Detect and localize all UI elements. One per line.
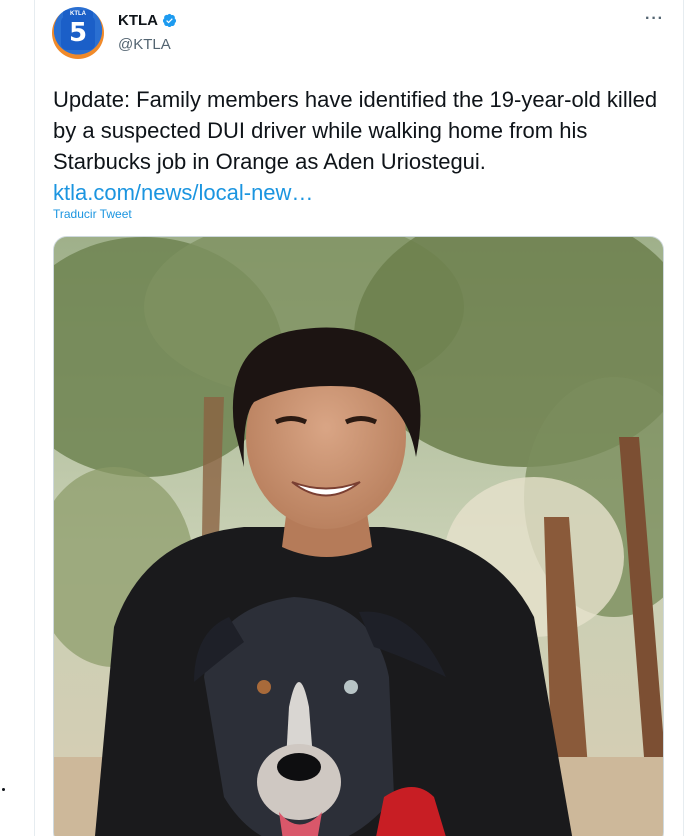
avatar-tag: KTLA (63, 10, 93, 18)
timeline-right-border (683, 0, 684, 836)
author-name-row[interactable]: KTLA (118, 12, 177, 29)
avatar[interactable]: KTLA 5 (52, 7, 104, 59)
display-name[interactable]: KTLA (118, 12, 158, 29)
translate-tweet-link[interactable]: Traducir Tweet (53, 207, 132, 221)
tweet[interactable]: KTLA 5 KTLA @KTLA ··· Update: Family mem… (35, 0, 683, 836)
tweet-link[interactable]: ktla.com/news/local-new… (53, 180, 313, 205)
tweet-text: Update: Family members have identified t… (53, 84, 663, 208)
avatar-number: 5 (68, 18, 88, 48)
left-gutter (0, 0, 34, 836)
handle[interactable]: @KTLA (118, 36, 171, 53)
ktla-logo: KTLA 5 (61, 10, 95, 50)
tweet-body: Update: Family members have identified t… (53, 87, 658, 174)
gutter-dot (2, 788, 5, 791)
more-options-icon[interactable]: ··· (645, 10, 664, 28)
tweet-photo[interactable] (53, 236, 664, 836)
photo-illustration (54, 237, 663, 836)
verified-badge-icon (162, 13, 177, 28)
